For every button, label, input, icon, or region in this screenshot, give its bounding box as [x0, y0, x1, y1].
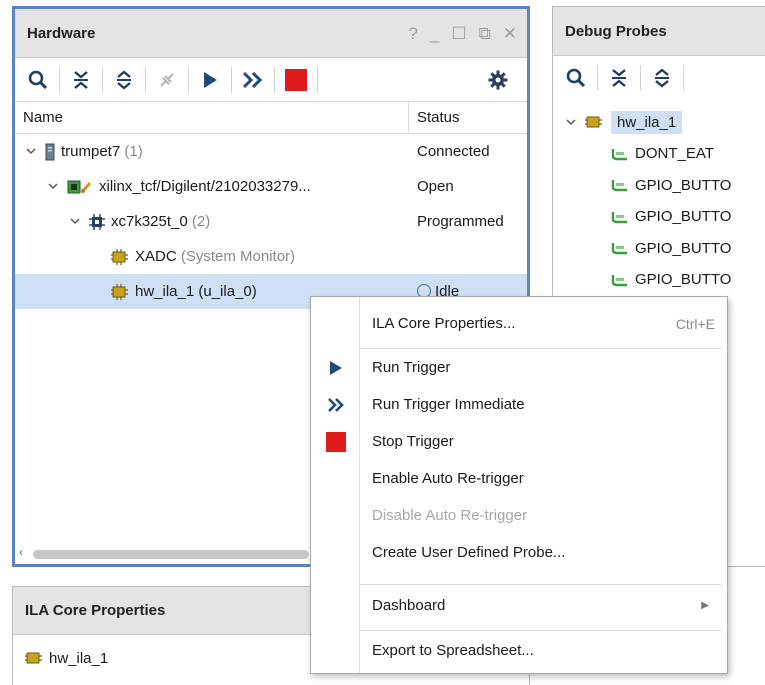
shortcut-text: Ctrl+E	[675, 315, 715, 332]
probe-icon	[611, 273, 629, 287]
gear-icon[interactable]	[483, 65, 513, 95]
menu-item-stop-trigger[interactable]: Stop Trigger	[311, 423, 727, 460]
server-icon	[45, 143, 55, 161]
probe-label: DONT_EAT	[635, 145, 714, 163]
hardware-title: Hardware	[27, 24, 96, 42]
auto-connect-icon	[152, 65, 182, 95]
tree-row-device[interactable]: xc7k325t_0 (2) Programmed	[15, 204, 527, 239]
menu-item-dashboard[interactable]: Dashboard ▶	[311, 587, 727, 624]
menu-item-export-to-spreadsheet[interactable]: Export to Spreadsheet...	[311, 632, 727, 669]
probe-label: GPIO_BUTTO	[635, 176, 732, 194]
probe-item[interactable]: GPIO_BUTTO	[553, 170, 765, 202]
probe-icon	[611, 178, 629, 192]
chevron-down-icon[interactable]	[563, 118, 579, 126]
stop-icon	[311, 431, 360, 452]
run-trigger-icon[interactable]	[195, 65, 225, 95]
probe-label: GPIO_BUTTO	[635, 239, 732, 257]
menu-item-enable-auto-retrigger[interactable]: Enable Auto Re-trigger	[311, 460, 727, 497]
tree-row-trumpet7[interactable]: trumpet7 (1) Connected	[15, 134, 527, 169]
probe-item[interactable]: GPIO_BUTTO	[553, 233, 765, 265]
tree-label: trumpet7	[61, 143, 121, 160]
tree-label: xc7k325t_0	[111, 213, 188, 230]
probe-root-label: hw_ila_1	[611, 110, 683, 134]
debug-core-icon	[111, 283, 129, 300]
probe-icon	[611, 147, 629, 161]
debug-probes-toolbar	[553, 56, 765, 100]
minimize-icon[interactable]: _	[430, 25, 439, 42]
probe-icon	[611, 241, 629, 255]
submenu-arrow-icon: ▶	[701, 600, 709, 611]
tree-suffix: (1)	[124, 143, 143, 160]
scrollbar-thumb[interactable]	[33, 550, 309, 559]
tree-label: XADC	[135, 248, 177, 265]
menu-item-run-trigger[interactable]: Run Trigger	[311, 349, 727, 386]
chevron-down-icon[interactable]	[23, 148, 39, 155]
scroll-left-icon[interactable]: ‹	[19, 545, 23, 559]
run-trigger-immediate-icon[interactable]	[238, 65, 268, 95]
context-menu: ILA Core Properties... Ctrl+E Run Trigge…	[310, 296, 728, 674]
menu-item-run-trigger-immediate[interactable]: Run Trigger Immediate	[311, 386, 727, 423]
chevron-down-icon[interactable]	[45, 183, 61, 190]
maximize-icon[interactable]: ☐	[451, 25, 466, 42]
expand-all-icon[interactable]	[109, 65, 139, 95]
status-column-header[interactable]: Status	[409, 109, 460, 126]
expand-all-icon[interactable]	[647, 63, 677, 93]
close-icon[interactable]: ✕	[503, 25, 517, 42]
ila-properties-item-label: hw_ila_1	[49, 649, 109, 667]
probe-label: GPIO_BUTTO	[635, 271, 732, 289]
menu-item-disable-auto-retrigger: Disable Auto Re-trigger	[372, 507, 528, 524]
window-controls: ? _ ☐ ⧉ ✕	[408, 25, 527, 42]
menu-item-create-user-defined-probe[interactable]: Create User Defined Probe...	[311, 534, 727, 571]
chevron-down-icon[interactable]	[67, 218, 83, 225]
hardware-toolbar	[15, 58, 527, 102]
play-icon	[311, 360, 360, 376]
debug-probes-title: Debug Probes	[565, 22, 667, 40]
tree-row-xadc[interactable]: XADC (System Monitor)	[15, 239, 527, 274]
debug-probes-title-bar: Debug Probes	[553, 7, 765, 56]
search-icon[interactable]	[561, 63, 591, 93]
menu-item-ila-core-properties[interactable]: ILA Core Properties... Ctrl+E	[311, 305, 727, 342]
tree-label: xilinx_tcf/Digilent/2102033279...	[99, 178, 311, 195]
hardware-title-bar: Hardware ? _ ☐ ⧉ ✕	[15, 9, 527, 58]
tree-suffix: (System Monitor)	[180, 248, 296, 265]
status-text: Programmed	[417, 213, 504, 230]
probe-item[interactable]: DONT_EAT	[553, 138, 765, 170]
debug-core-icon	[111, 248, 129, 265]
status-text: Open	[417, 178, 454, 195]
chip-icon	[89, 213, 105, 230]
help-icon[interactable]: ?	[408, 25, 417, 42]
probe-item[interactable]: GPIO_BUTTO	[553, 201, 765, 233]
column-header: Name Status	[15, 102, 527, 134]
tree-suffix: (2)	[191, 213, 211, 230]
name-column-header[interactable]: Name	[15, 102, 409, 133]
probe-label: GPIO_BUTTO	[635, 208, 732, 226]
board-icon	[67, 179, 93, 195]
debug-core-icon	[585, 114, 603, 130]
horizontal-scrollbar[interactable]: ‹	[19, 545, 309, 560]
probe-icon	[611, 210, 629, 224]
search-icon[interactable]	[23, 65, 53, 95]
stop-trigger-icon[interactable]	[281, 65, 311, 95]
tree-label: hw_ila_1 (u_ila_0)	[135, 283, 257, 300]
fast-forward-icon	[311, 397, 360, 413]
status-text: Connected	[417, 143, 490, 160]
collapse-all-icon[interactable]	[604, 63, 634, 93]
collapse-all-icon[interactable]	[66, 65, 96, 95]
debug-core-icon	[25, 650, 43, 666]
tree-row-target[interactable]: xilinx_tcf/Digilent/2102033279... Open	[15, 169, 527, 204]
float-icon[interactable]: ⧉	[479, 25, 491, 42]
probe-root-row[interactable]: hw_ila_1	[553, 106, 765, 138]
probe-item[interactable]: GPIO_BUTTO	[553, 264, 765, 296]
ila-properties-title: ILA Core Properties	[25, 602, 166, 619]
